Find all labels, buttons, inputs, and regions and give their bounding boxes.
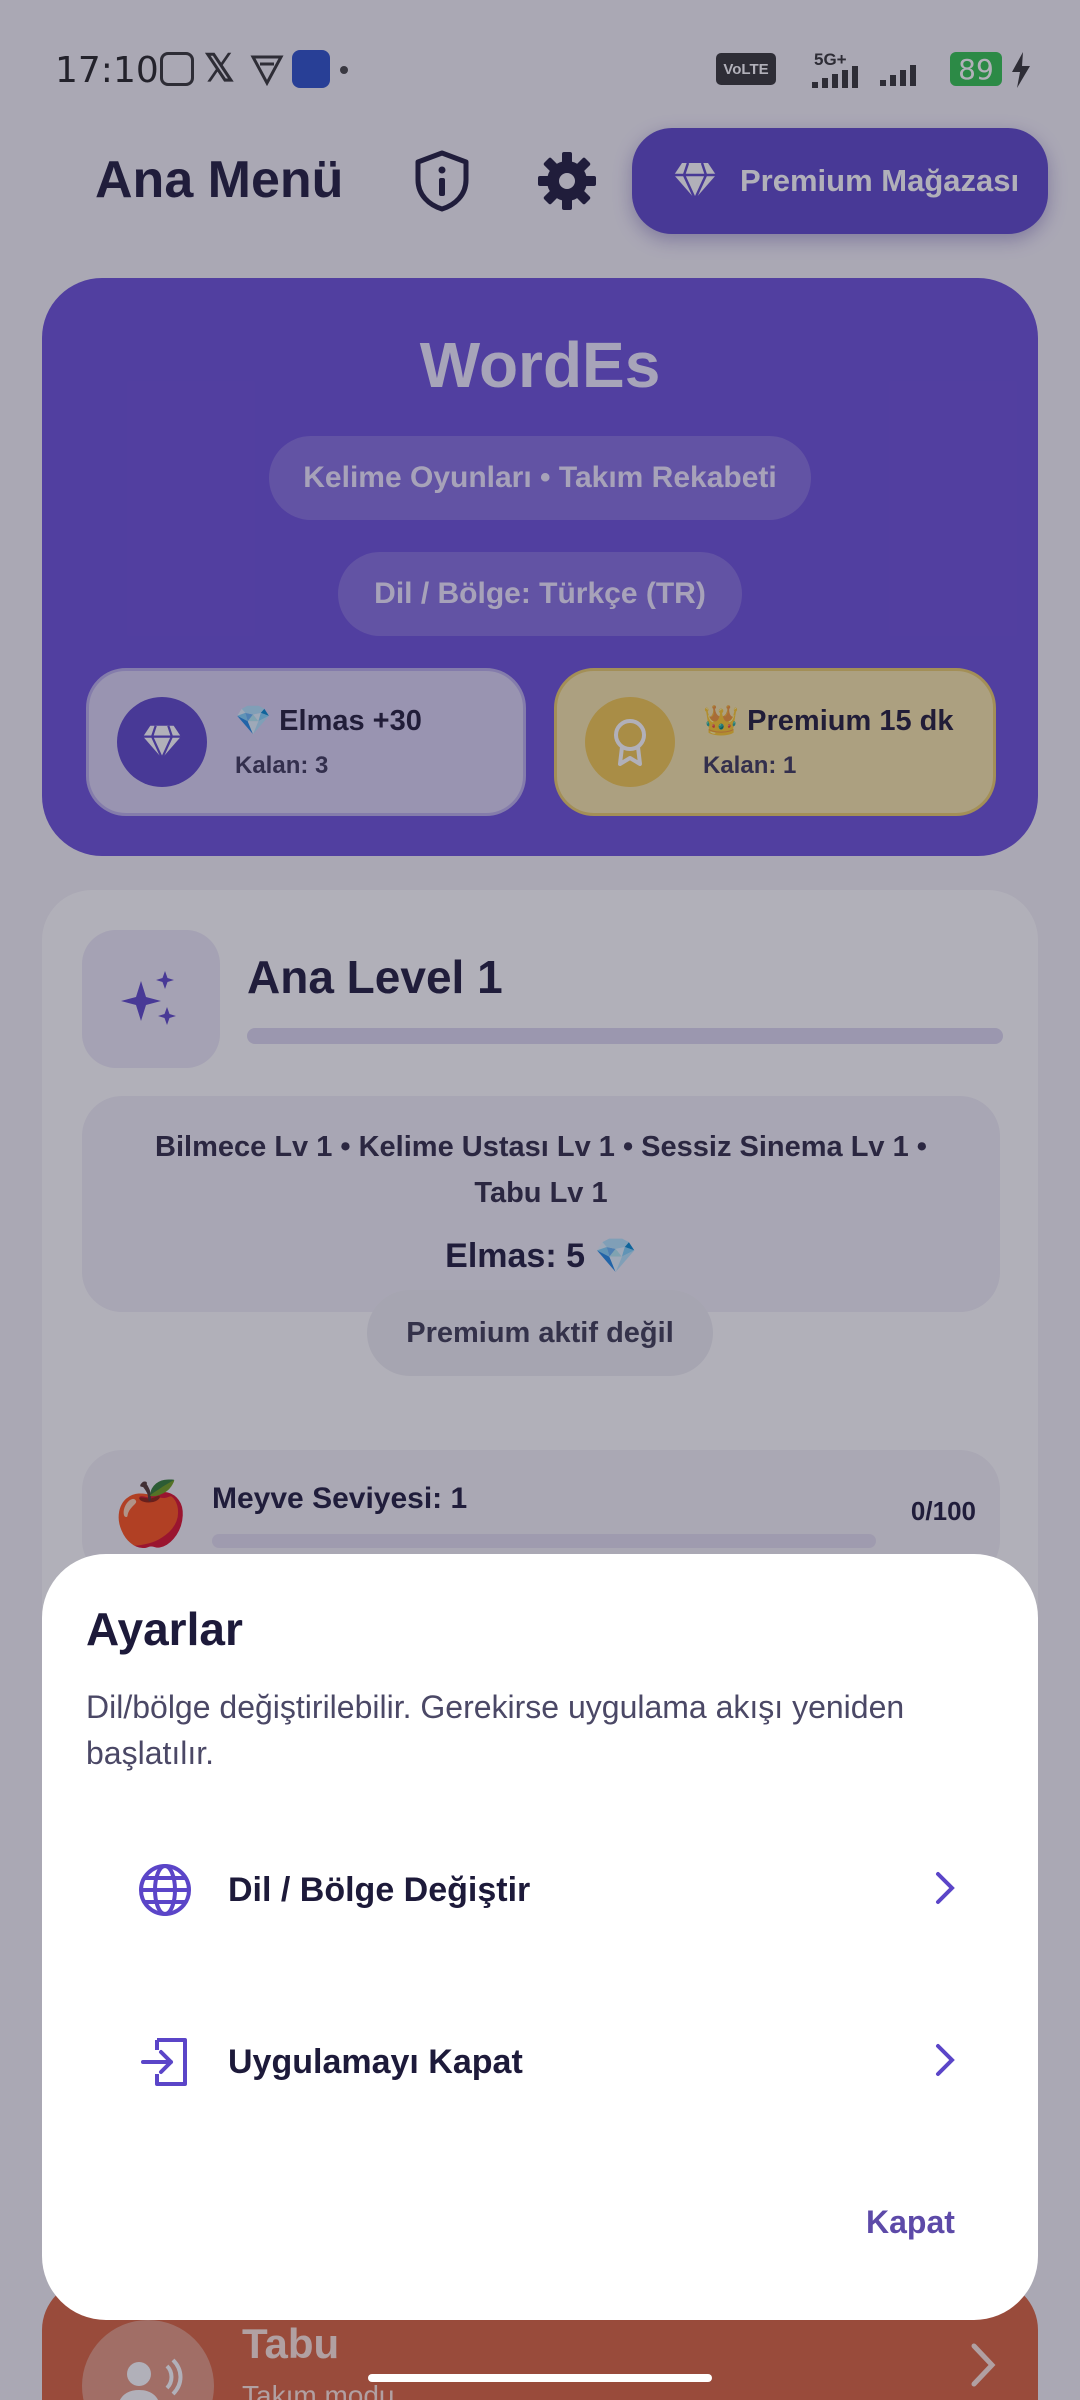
gesture-bar[interactable] (368, 2374, 712, 2382)
close-app-item[interactable]: Uygulamayı Kapat (86, 2002, 996, 2122)
chevron-right-icon (932, 1868, 958, 1913)
globe-icon (130, 1855, 200, 1925)
exit-icon (130, 2027, 200, 2097)
chevron-right-icon (932, 2040, 958, 2085)
change-language-label: Dil / Bölge Değiştir (228, 1870, 531, 1909)
dialog-title: Ayarlar (86, 1603, 243, 1655)
dialog-description: Dil/bölge değiştirilebilir. Gerekirse uy… (86, 1689, 905, 1771)
dialog-close-button[interactable]: Kapat (866, 2204, 955, 2241)
close-app-label: Uygulamayı Kapat (228, 2042, 523, 2081)
settings-dialog: Ayarlar Dil/bölge değiştirilebilir. Gere… (42, 1554, 1038, 2320)
change-language-item[interactable]: Dil / Bölge Değiştir (86, 1830, 996, 1950)
